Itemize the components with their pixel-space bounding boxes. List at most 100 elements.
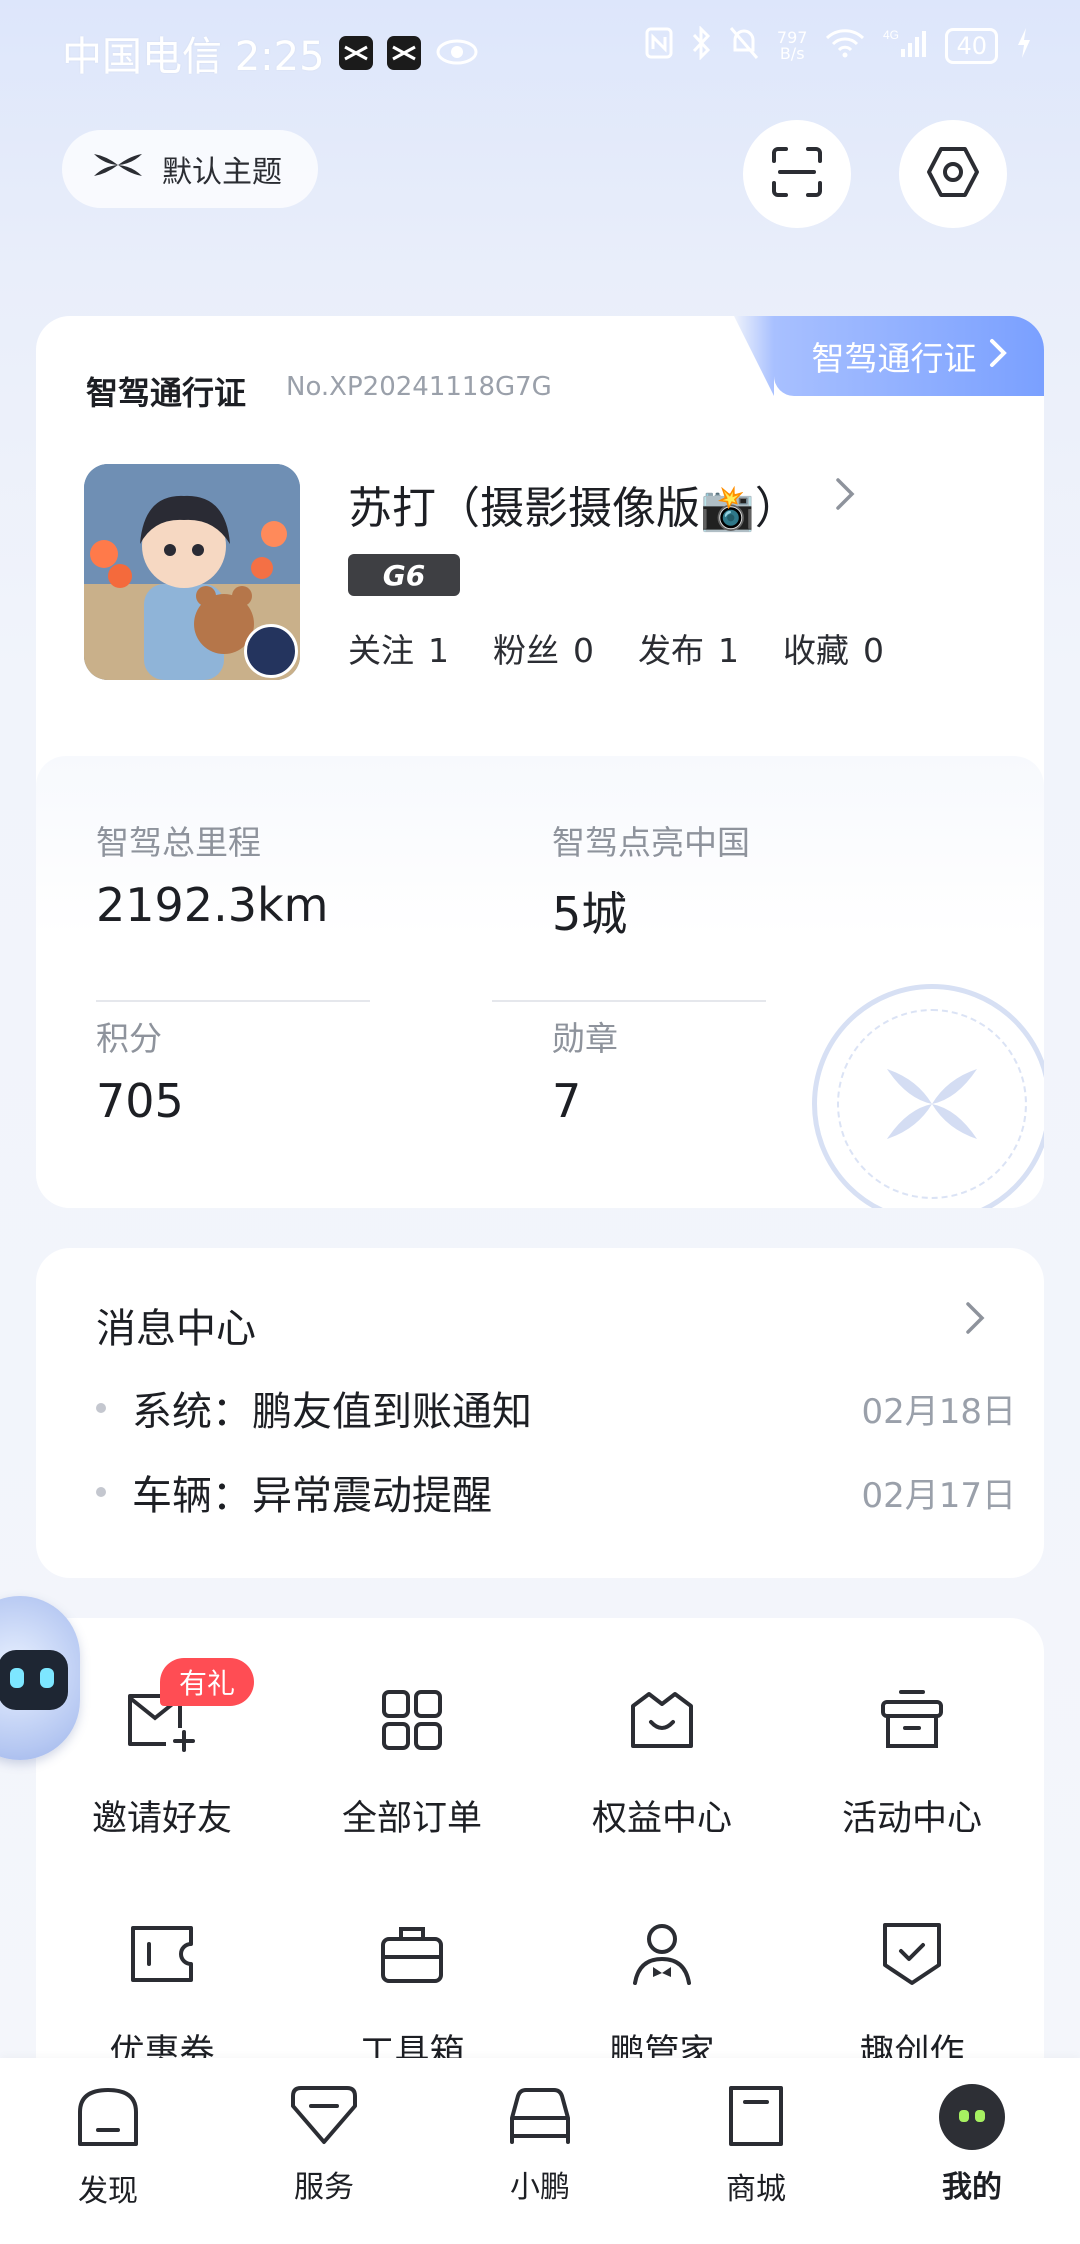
service-activity-center[interactable]: 活动中心 bbox=[792, 1680, 1032, 1841]
stat-value: 7 bbox=[552, 1074, 582, 1128]
passport-card: 智驾通行证 智驾通行证 No.XP20241118G7G 苏打（摄影摄像版📸） bbox=[36, 316, 1044, 1208]
carrier-time: 中国电信 2:25 bbox=[62, 34, 325, 80]
passport-stats: 智驾总里程 2192.3km 智驾点亮中国 5城 积分 705 勋章 7 bbox=[36, 756, 1044, 1208]
social-following[interactable]: 关注 1 bbox=[348, 624, 449, 672]
service-benefits-center[interactable]: 权益中心 bbox=[542, 1680, 782, 1841]
car-model-tag: G6 bbox=[348, 554, 460, 596]
theme-label: 默认主题 bbox=[162, 155, 282, 190]
social-followers[interactable]: 粉丝 0 bbox=[493, 624, 594, 672]
message-item[interactable]: 系统：鹏友值到账通知 02月18日 bbox=[96, 1378, 1016, 1438]
stat-points[interactable]: 积分 705 bbox=[96, 1012, 184, 1128]
social-posts[interactable]: 发布 1 bbox=[638, 624, 739, 672]
xpeng-logo-icon bbox=[92, 150, 144, 188]
assistant-robot-button[interactable] bbox=[0, 1596, 80, 1760]
service-butler[interactable]: 鹏管家 bbox=[542, 1914, 782, 2075]
stat-divider bbox=[96, 1000, 370, 1002]
wifi-icon bbox=[825, 28, 865, 64]
message-text: 车辆：异常震动提醒 bbox=[132, 1473, 492, 1519]
nav-service[interactable]: 服务 bbox=[244, 2084, 404, 2206]
message-center-card[interactable]: 消息中心 系统：鹏友值到账通知 02月18日 车辆：异常震动提醒 02月17日 bbox=[36, 1248, 1044, 1578]
profile-avatar-icon bbox=[939, 2084, 1005, 2150]
service-icon bbox=[289, 2084, 359, 2150]
stat-label: 勋章 bbox=[552, 1019, 618, 1058]
followers-label: 粉丝 bbox=[493, 631, 559, 670]
bullet-dot bbox=[96, 1487, 106, 1497]
theme-selector-button[interactable]: 默认主题 bbox=[62, 130, 318, 208]
gift-box-icon bbox=[872, 1680, 952, 1760]
charging-icon bbox=[1016, 27, 1032, 65]
chevron-right-icon bbox=[989, 337, 1007, 376]
gift-badge: 有礼 bbox=[160, 1658, 254, 1706]
mute-bell-icon bbox=[729, 26, 759, 66]
followers-count: 0 bbox=[573, 631, 594, 670]
stat-divider bbox=[492, 1000, 766, 1002]
nav-label: 商城 bbox=[726, 2172, 786, 2207]
message-text: 系统：鹏友值到账通知 bbox=[132, 1389, 532, 1435]
stamp-inner bbox=[837, 1009, 1027, 1199]
mall-icon bbox=[725, 2084, 787, 2152]
message-center-title: 消息中心 bbox=[96, 1306, 256, 1352]
nav-xpeng[interactable]: 小鹏 bbox=[460, 2084, 620, 2206]
bottom-nav: 发现 服务 小鹏 商城 我的 bbox=[0, 2058, 1080, 2244]
service-toolbox[interactable]: 工具箱 bbox=[292, 1914, 532, 2075]
message-date: 02月18日 bbox=[861, 1391, 1016, 1432]
robot-eye bbox=[10, 1668, 24, 1688]
user-avatar[interactable] bbox=[84, 464, 300, 680]
service-label: 权益中心 bbox=[591, 1799, 732, 1839]
status-bar: 中国电信 2:25 797 B/s 4G 40 bbox=[0, 0, 1080, 100]
battery-indicator: 40 bbox=[945, 28, 998, 64]
grid-orders-icon bbox=[372, 1680, 452, 1760]
chevron-right-icon[interactable] bbox=[964, 1300, 986, 1340]
following-label: 关注 bbox=[348, 631, 414, 670]
status-right: 797 B/s 4G 40 bbox=[645, 25, 1032, 66]
message-item[interactable]: 车辆：异常震动提醒 02月17日 bbox=[96, 1462, 1016, 1522]
stat-label: 智驾总里程 bbox=[96, 823, 261, 862]
stat-total-mileage[interactable]: 智驾总里程 2192.3km bbox=[96, 816, 328, 932]
robot-eye bbox=[40, 1668, 54, 1688]
coupon-icon bbox=[122, 1914, 202, 1994]
service-coupons[interactable]: 优惠券 bbox=[42, 1914, 282, 2075]
nav-label: 服务 bbox=[294, 2170, 354, 2205]
status-left: 中国电信 2:25 bbox=[62, 24, 479, 82]
profile-chevron-right-icon[interactable] bbox=[834, 476, 856, 516]
stat-value: 2192.3km bbox=[96, 878, 329, 932]
toolbox-icon bbox=[372, 1914, 452, 1994]
nav-label: 我的 bbox=[942, 2170, 1002, 2205]
posts-count: 1 bbox=[718, 631, 739, 670]
favorites-label: 收藏 bbox=[783, 631, 849, 670]
user-name[interactable]: 苏打（摄影摄像版📸） bbox=[348, 472, 799, 536]
favorites-count: 0 bbox=[863, 631, 884, 670]
service-label: 全部订单 bbox=[341, 1799, 482, 1839]
nav-profile[interactable]: 我的 bbox=[892, 2084, 1052, 2206]
nav-mall[interactable]: 商城 bbox=[676, 2084, 836, 2208]
shield-check-icon bbox=[872, 1914, 952, 1994]
stat-label: 积分 bbox=[96, 1019, 162, 1058]
bullet-dot bbox=[96, 1403, 106, 1413]
car-icon bbox=[504, 2084, 576, 2150]
settings-button[interactable] bbox=[899, 120, 1007, 228]
stat-value: 5城 bbox=[552, 887, 628, 941]
social-favorites[interactable]: 收藏 0 bbox=[783, 624, 884, 672]
nav-discover[interactable]: 发现 bbox=[28, 2084, 188, 2210]
service-all-orders[interactable]: 全部订单 bbox=[292, 1680, 532, 1841]
scan-button[interactable] bbox=[743, 120, 851, 228]
avatar-eye bbox=[959, 2110, 969, 2122]
passport-tab-button[interactable]: 智驾通行证 bbox=[774, 316, 1044, 396]
stat-cities-lit[interactable]: 智驾点亮中国 5城 bbox=[552, 816, 750, 944]
basket-icon bbox=[622, 1680, 702, 1760]
signal-icon: 4G bbox=[883, 27, 927, 65]
robot-face-icon bbox=[0, 1650, 68, 1710]
avatar-eye bbox=[975, 2110, 985, 2122]
nfc-icon bbox=[645, 27, 673, 65]
nav-label: 小鹏 bbox=[510, 2170, 570, 2205]
passport-title: 智驾通行证 bbox=[86, 374, 247, 412]
stat-medals[interactable]: 勋章 7 bbox=[552, 1012, 618, 1128]
passport-tab-label: 智驾通行证 bbox=[811, 339, 977, 378]
discover-icon bbox=[74, 2084, 142, 2154]
service-creation[interactable]: 趣创作 bbox=[792, 1914, 1032, 2075]
xpeng-notification-icon-2 bbox=[386, 36, 421, 70]
nav-label: 发现 bbox=[78, 2174, 138, 2209]
stat-label: 智驾点亮中国 bbox=[552, 823, 750, 862]
message-date: 02月17日 bbox=[861, 1475, 1016, 1516]
service-label: 活动中心 bbox=[841, 1799, 982, 1839]
